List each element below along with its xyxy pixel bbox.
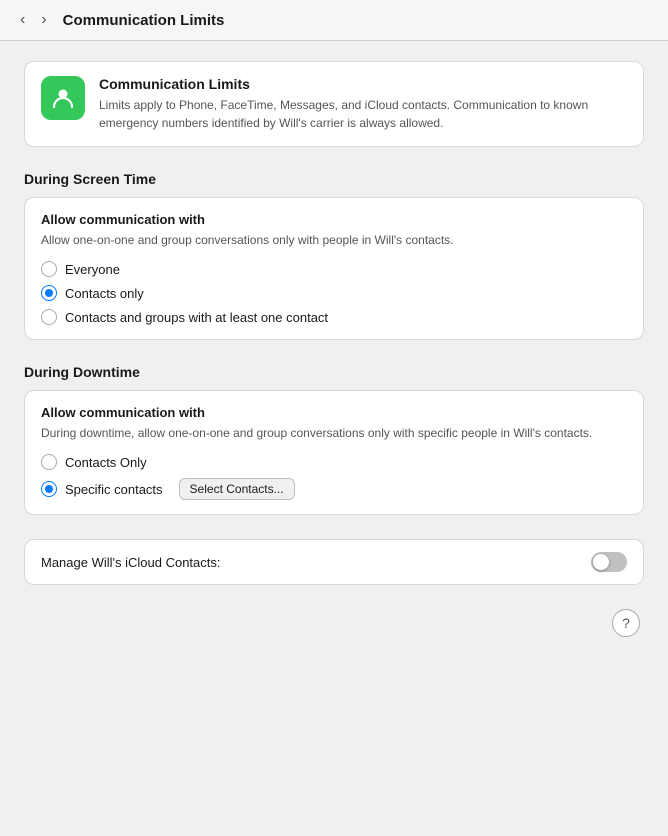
- downtime-contacts-only-label: Contacts Only: [65, 455, 147, 470]
- screen-time-contacts-only-radio[interactable]: [41, 285, 57, 301]
- screen-time-panel-title: Allow communication with: [41, 212, 627, 227]
- downtime-specific-contacts-radio[interactable]: [41, 481, 57, 497]
- screen-time-everyone-option[interactable]: Everyone: [41, 261, 627, 277]
- info-card: Communication Limits Limits apply to Pho…: [24, 61, 644, 147]
- screen-time-panel-desc: Allow one-on-one and group conversations…: [41, 231, 627, 249]
- page-title: Communication Limits: [63, 12, 225, 29]
- communication-limits-icon: [50, 85, 76, 111]
- screen-time-contacts-only-option[interactable]: Contacts only: [41, 285, 627, 301]
- screen-time-contacts-groups-label: Contacts and groups with at least one co…: [65, 310, 328, 325]
- app-icon: [41, 76, 85, 120]
- downtime-specific-contacts-option[interactable]: Specific contacts Select Contacts...: [41, 478, 627, 500]
- help-button[interactable]: ?: [612, 609, 640, 637]
- main-content: Communication Limits Limits apply to Pho…: [0, 41, 668, 661]
- back-button[interactable]: ‹: [16, 10, 29, 30]
- downtime-panel-title: Allow communication with: [41, 405, 627, 420]
- downtime-contacts-only-option[interactable]: Contacts Only: [41, 454, 627, 470]
- screen-time-panel: Allow communication with Allow one-on-on…: [24, 197, 644, 340]
- screen-time-contacts-groups-radio[interactable]: [41, 309, 57, 325]
- screen-time-everyone-radio[interactable]: [41, 261, 57, 277]
- info-card-title: Communication Limits: [99, 76, 627, 92]
- downtime-specific-contacts-label: Specific contacts: [65, 482, 163, 497]
- info-text: Communication Limits Limits apply to Pho…: [99, 76, 627, 132]
- forward-button[interactable]: ›: [37, 10, 50, 30]
- info-card-description: Limits apply to Phone, FaceTime, Message…: [99, 96, 627, 132]
- screen-time-everyone-label: Everyone: [65, 262, 120, 277]
- screen-time-header: During Screen Time: [24, 171, 644, 187]
- downtime-header: During Downtime: [24, 364, 644, 380]
- manage-icloud-label: Manage Will's iCloud Contacts:: [41, 555, 221, 570]
- help-area: ?: [24, 609, 644, 637]
- downtime-panel: Allow communication with During downtime…: [24, 390, 644, 515]
- screen-time-contacts-groups-option[interactable]: Contacts and groups with at least one co…: [41, 309, 627, 325]
- titlebar: ‹ › Communication Limits: [0, 0, 668, 41]
- manage-icloud-toggle[interactable]: [591, 552, 627, 572]
- downtime-panel-desc: During downtime, allow one-on-one and gr…: [41, 424, 627, 442]
- manage-icloud-row: Manage Will's iCloud Contacts:: [24, 539, 644, 585]
- downtime-contacts-only-radio[interactable]: [41, 454, 57, 470]
- screen-time-contacts-only-label: Contacts only: [65, 286, 144, 301]
- select-contacts-button[interactable]: Select Contacts...: [179, 478, 295, 500]
